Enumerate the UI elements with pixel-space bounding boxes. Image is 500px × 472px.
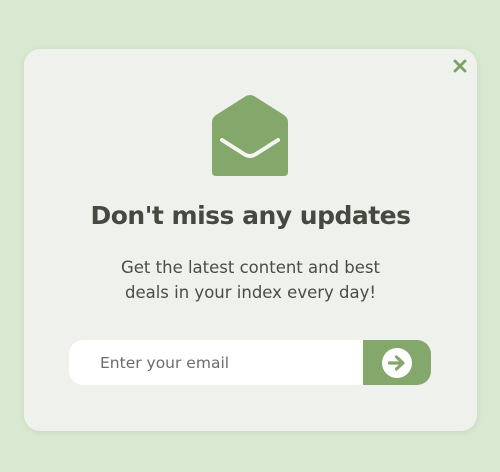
close-button[interactable] [451, 57, 469, 75]
subtitle-line-1: Get the latest content and best [121, 258, 380, 277]
subscribe-form [69, 340, 431, 385]
newsletter-popup: Don't miss any updates Get the latest co… [24, 49, 477, 431]
email-input[interactable] [69, 340, 363, 385]
close-icon [453, 59, 467, 73]
arrow-right-circle-icon [382, 347, 412, 378]
subscribe-submit-button[interactable] [363, 340, 431, 385]
popup-title: Don't miss any updates [90, 201, 411, 230]
popup-subtitle: Get the latest content and best deals in… [74, 255, 427, 305]
subtitle-line-2: deals in your index every day! [124, 283, 376, 302]
open-envelope-icon [212, 95, 288, 176]
